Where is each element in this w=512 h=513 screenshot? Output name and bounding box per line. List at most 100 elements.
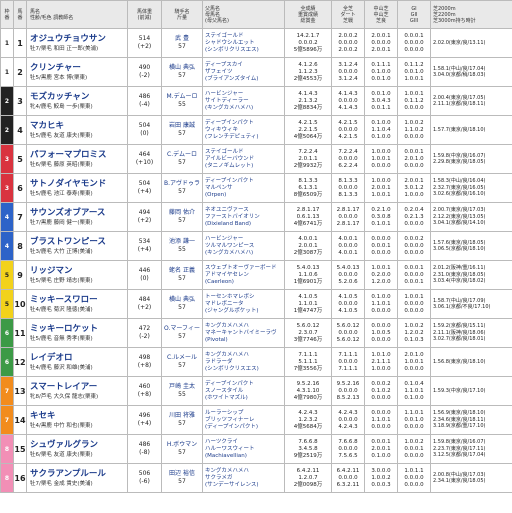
damsire-name[interactable]: (Pivotal) [205,337,284,344]
horse-name-link[interactable]: オジュウチョウサン [30,34,127,45]
jockey-name-link[interactable]: 武 豊 [163,35,202,43]
jockey-name-link[interactable]: M.デムーロ [163,93,202,101]
damsire-name[interactable]: (シンボリクリスエス) [205,366,284,373]
dam-name[interactable]: アイルビーバウンド [205,156,284,163]
damsire-name[interactable]: (キングカメハメハ) [205,250,284,257]
damsire-name[interactable]: (ディープインパクト) [205,424,284,431]
jockey-name-link[interactable]: 川田 将雅 [163,412,202,420]
record-dist-2: 0.0.0.0 [338,300,358,307]
dam-name[interactable]: サクラメガ [205,475,284,482]
record-g2: 1.2.0.2 [404,329,424,336]
damsire-name[interactable]: (シンボリクリスエス) [205,47,284,54]
dam-name[interactable]: ハルーワスウィート [205,446,284,453]
jockey-name-link[interactable]: 戸崎 圭太 [163,383,202,391]
record-g2: 1.0.0.1 [404,358,424,365]
jockey-name-link[interactable]: 岩田 康誠 [163,122,202,130]
horse-name-link[interactable]: サクラアンプルール [30,469,127,480]
dam-name[interactable]: マネーキャントバイミーラヴ [205,330,284,337]
sire-name[interactable]: トーセンホマレボシ [205,294,284,301]
horse-name-link[interactable]: レイデオロ [30,353,127,364]
record-graded: 1.1.0.6 [298,271,318,278]
jockey-name-link[interactable]: 池添 謙一 [163,238,202,246]
jockey-name-link[interactable]: 横山 典弘 [163,296,202,304]
damsire-name[interactable]: (サンデーサイレンス) [205,482,284,489]
weight-cell: 494 (+2) [127,202,162,232]
best-time-cell: 1.58.7(中山/良/17.09) 3.06.1(京都/不良/17.10) [430,289,512,319]
jockey-name-link[interactable]: O.マーフィー [163,325,202,333]
damsire-name[interactable]: (ジャングルポケット) [205,308,284,315]
dam-name[interactable]: アドマイヤセレン [205,272,284,279]
sire-name[interactable]: ハービンジャー [205,236,284,243]
damsire-name[interactable]: (Dixieland Band) [205,221,284,228]
horse-weight: 446 [138,267,151,274]
jockey-kinryo: 55 [178,246,186,253]
horse-name-link[interactable]: ブラストワンピース [30,237,127,248]
sire-name[interactable]: キングカメハメハ [205,352,284,359]
damsire-name[interactable]: (Caerleon) [205,279,284,286]
damsire-name[interactable]: (Orpen) [205,192,284,199]
horse-name-link[interactable]: パフォーマプロミス [30,150,127,161]
sire-name[interactable]: キングカメハメハ [205,323,284,330]
sire-name[interactable]: ネオユニヴァース [205,207,284,214]
horse-name-link[interactable]: スマートレイアー [30,382,127,393]
sire-name[interactable]: ルーラーシップ [205,410,284,417]
dam-name[interactable]: サイトディーラー [205,98,284,105]
pedigree-cell: ディープインパクト スノースタイル (ホワイトマズル) [202,376,285,406]
horse-name-link[interactable]: キセキ [30,411,127,422]
horse-name-link[interactable]: ミッキースワロー [30,295,127,306]
damsire-name[interactable]: (キングカメハメハ) [205,105,284,112]
horse-name-link[interactable]: ミッキーロケット [30,324,127,335]
sire-name[interactable]: スウェプトオーヴァーボード [205,265,284,272]
horse-name-link[interactable]: クリンチャー [30,63,127,74]
record-course-2: 0.2.0.0 [371,271,391,278]
jockey-name-link[interactable]: 横山 典弘 [163,64,202,72]
sire-name[interactable]: キングカメハメハ [205,468,284,475]
sire-name[interactable]: ディープインパクト [205,381,284,388]
damsire-name[interactable]: (ブライアンズタイム) [205,76,284,83]
jockey-name-link[interactable]: 田辺 裕信 [163,470,202,478]
dam-name[interactable]: ファーストバイオリン [205,214,284,221]
jockey-name-link[interactable]: 藤岡 佑介 [163,209,202,217]
sire-name[interactable]: ディープインパクト [205,120,284,127]
dam-name[interactable]: スノースタイル [205,388,284,395]
record-course-cell: 0.2.1.0 0.3.0.8 0.1.0.1 [364,202,398,232]
best-time-cell: 1.57.6(東京/良/18.05) 3.06.5(京都/良/18.10) [430,231,512,261]
damsire-name[interactable]: (タニノギムレット) [205,163,284,170]
jockey-name-link[interactable]: B.アヴドゥラ [163,180,202,188]
best-time-cell: 1.58.1(中山/良/17.04) 3.04.0(京都/稍/18.03) [430,57,512,87]
horse-name-link[interactable]: シュヴァルグラン [30,440,127,451]
damsire-name[interactable]: (フレンチデピュティ) [205,134,284,141]
dam-name[interactable]: マドレボニータ [205,301,284,308]
record-course-cell: 0.0.0.0 1.1.0.1 0.0.0.0 [364,405,398,435]
jockey-name-link[interactable]: C.ルメール [163,354,202,362]
sire-name[interactable]: ステイゴールド [205,33,284,40]
jockey-name-link[interactable]: C.デムーロ [163,151,202,159]
record-all: 8.1.3.3 [298,177,318,184]
horse-name-link[interactable]: サウンズオブアース [30,208,127,219]
sire-name[interactable]: ディープインパクト [205,178,284,185]
sire-name[interactable]: ハーツクライ [205,439,284,446]
horse-name-link[interactable]: サトノダイヤモンド [30,179,127,190]
waku-cell: 7 [0,405,14,435]
record-grade-cell: 2.0.0.1 3.0.1.2 1.0.0.0 [397,173,431,203]
sire-name[interactable]: ステイゴールド [205,149,284,156]
dam-name[interactable]: ツルマルワンピース [205,243,284,250]
table-row: 4 7 サウンズオブアース 牡7/黒鹿 藤岡 健一(栗東) 494 (+2) 藤… [0,202,512,232]
dam-name[interactable]: マルペンサ [205,185,284,192]
damsire-name[interactable]: (ホワイトマズル) [205,395,284,402]
jockey-name-link[interactable]: 蛯名 正義 [163,267,202,275]
dam-name[interactable]: ザフェイツ [205,69,284,76]
sire-name[interactable]: ディープスカイ [205,62,284,69]
table-row: 8 15 シュヴァルグラン 牡6/栗毛 友道 康夫(栗東) 486 (-8) H… [0,434,512,464]
jockey-name-link[interactable]: H.ボウマン [163,441,202,449]
dam-name[interactable]: ウィキウィキ [205,127,284,134]
sire-name[interactable]: ハービンジャー [205,91,284,98]
dam-name[interactable]: シャドウシルエット [205,40,284,47]
damsire-name[interactable]: (Machiavellian) [205,453,284,460]
horse-sub: 牡4/鹿毛 菊沢 隆徳(美浦) [30,306,93,313]
horse-name-link[interactable]: モズカッチャン [30,92,127,103]
horse-name-link[interactable]: リッジマン [30,266,127,277]
horse-name-link[interactable]: マカヒキ [30,121,127,132]
dam-name[interactable]: ブリッツフィナーレ [205,417,284,424]
dam-name[interactable]: ラドラーダ [205,359,284,366]
